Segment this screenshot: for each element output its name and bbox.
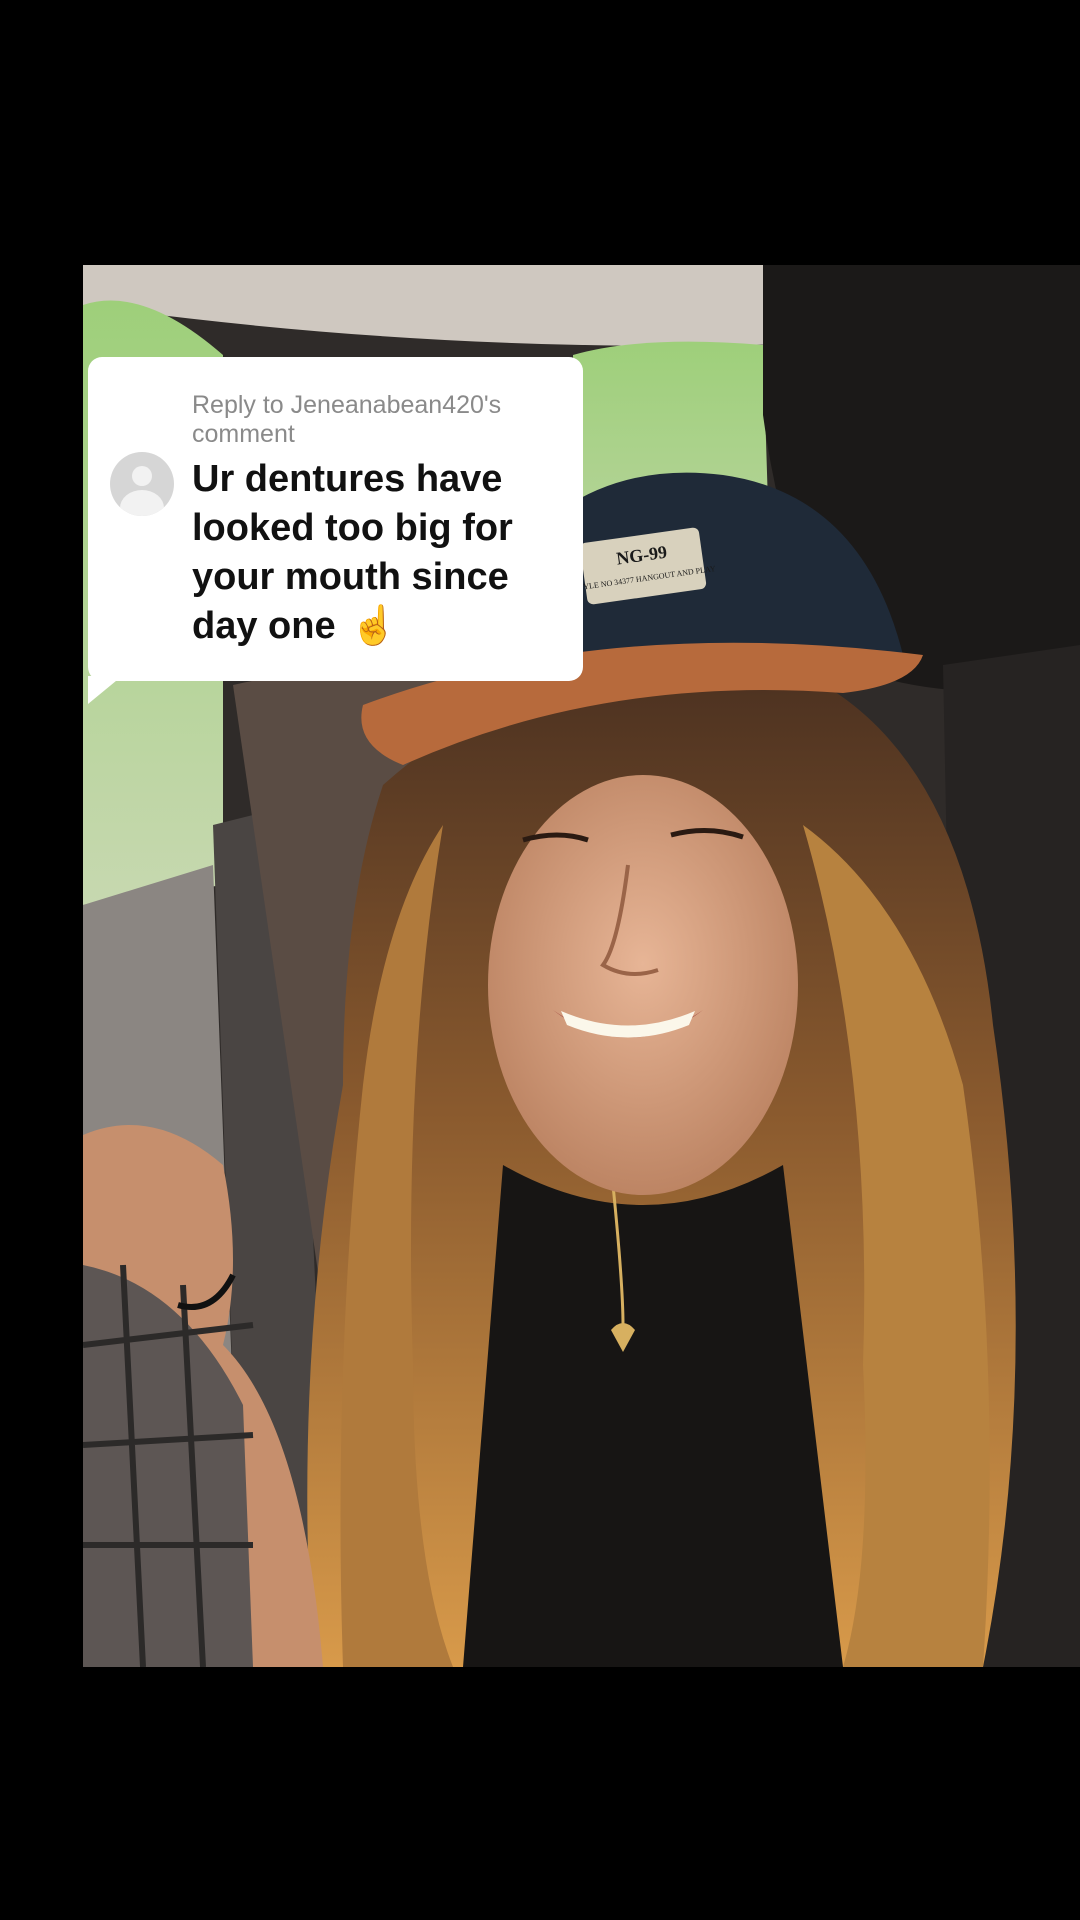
avatar-body — [120, 490, 164, 516]
video-screen[interactable]: NG-99 STYLE NO 34377 HANGOUT AND PLAY Re… — [0, 0, 1080, 1920]
default-avatar-icon — [110, 452, 174, 516]
reply-header: Reply to Jeneanabean420's comment — [192, 391, 502, 448]
reply-comment-bubble[interactable]: Reply to Jeneanabean420's comment Ur den… — [88, 357, 583, 681]
reply-comment-text: Ur dentures have looked too big for your… — [192, 455, 567, 651]
avatar-head — [132, 466, 152, 486]
index-pointing-up-icon: ☝️ — [350, 605, 398, 647]
reply-bubble-tail — [88, 676, 122, 704]
